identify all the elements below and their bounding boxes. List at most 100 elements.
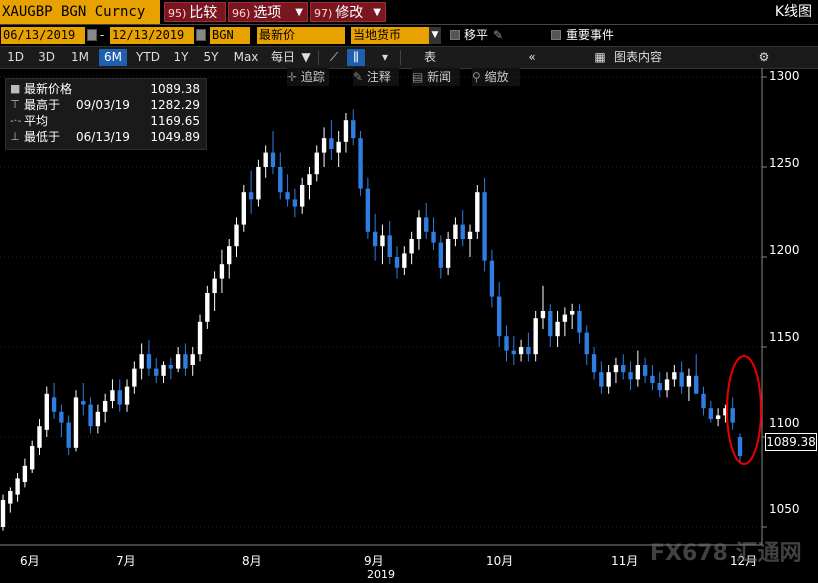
divider <box>318 50 319 65</box>
candle-body <box>460 224 465 239</box>
candle-body <box>285 192 290 200</box>
candle-body <box>424 217 429 232</box>
legend-last-label: 最新价格 <box>24 82 73 96</box>
currency-field[interactable]: 当地货币 <box>351 27 429 44</box>
candle-body <box>241 192 246 225</box>
candle-body <box>372 231 378 247</box>
period-3d[interactable]: 3D <box>34 49 59 66</box>
table-button[interactable]: 表 <box>415 49 445 66</box>
period-6m[interactable]: 6M <box>99 49 127 66</box>
line-chart-icon[interactable]: ⟋ <box>324 49 344 66</box>
period-5y[interactable]: 5Y <box>199 49 223 66</box>
candle-body <box>51 397 57 412</box>
source-field[interactable]: BGN <box>210 27 250 44</box>
interval-chevron-down-icon[interactable]: ▼ <box>300 49 312 66</box>
chart-content-button[interactable]: 图表内容 <box>610 49 666 66</box>
date-separator: - <box>100 28 105 42</box>
candle-body <box>139 354 144 369</box>
square-icon: ■ <box>10 82 21 95</box>
y-tick-label: 1250 <box>769 156 800 170</box>
candle-body <box>212 278 217 293</box>
candle-body <box>146 354 152 369</box>
zoom-tool[interactable]: ⚲ 缩放 <box>472 68 520 86</box>
divider <box>400 50 401 65</box>
candlestick-icon[interactable]: ⫼ <box>347 49 365 66</box>
candle-body <box>621 365 626 373</box>
x-tick-label: 10月 <box>486 554 514 568</box>
collapse-left-icon[interactable]: « <box>520 49 544 66</box>
candle-body <box>409 239 414 254</box>
year-label: 2019 <box>367 568 395 581</box>
end-date-field[interactable]: 12/13/2019 <box>110 27 194 44</box>
annotate-tool[interactable]: ✎ 注释 <box>353 68 399 86</box>
candle-body <box>234 224 239 247</box>
watermark: FX678 汇通网 <box>650 541 802 566</box>
candle-body <box>511 350 516 355</box>
news-tool[interactable]: ▤ 新闻 <box>412 68 460 86</box>
legend-avg-value: 1169.65 <box>150 114 200 128</box>
y-tick-label: 1150 <box>769 330 800 344</box>
modify-button[interactable]: 97) 修改 ▼ <box>310 2 386 22</box>
currency-chevron-down-icon[interactable]: ▼ <box>429 27 441 44</box>
period-1y[interactable]: 1Y <box>169 49 193 66</box>
high-icon: ⊤ <box>10 98 20 111</box>
pencil-icon[interactable]: ✎ <box>493 27 503 44</box>
legend-avg: -·- 平均 1169.65 <box>6 113 206 129</box>
candle-body <box>29 446 35 470</box>
candle-body <box>686 375 692 387</box>
period-1m[interactable]: 1M <box>66 49 94 66</box>
period-1d[interactable]: 1D <box>3 49 28 66</box>
candle-body <box>402 253 407 268</box>
candle-body <box>518 347 524 355</box>
top-menu-bar: XAUGBP BGN Curncy 95) 比较 96) 选项 ▼ 97) 修改 ▼ … <box>0 0 818 25</box>
start-date-field[interactable]: 06/13/2019 <box>1 27 85 44</box>
legend-low-value: 1049.89 <box>150 130 200 144</box>
period-ytd[interactable]: YTD <box>132 49 164 66</box>
candle-body <box>190 354 195 365</box>
gear-icon[interactable]: ⚙ <box>756 49 772 66</box>
candle-body <box>445 239 451 268</box>
candle-body <box>44 393 49 430</box>
candle-body <box>540 311 546 319</box>
legend-high-value: 1282.29 <box>150 98 200 112</box>
candle-body <box>37 426 42 448</box>
events-checkbox[interactable] <box>551 30 561 40</box>
end-calendar-icon[interactable] <box>196 29 206 41</box>
compare-label: 比较 <box>189 5 218 21</box>
candle-body <box>248 192 254 200</box>
candle-body <box>351 120 356 139</box>
compare-button[interactable]: 95) 比较 <box>164 2 226 22</box>
candle-body <box>278 167 283 193</box>
period-max[interactable]: Max <box>230 49 262 66</box>
ticker-field[interactable]: XAUGBP BGN Curncy <box>0 0 160 24</box>
candle-body <box>431 231 436 243</box>
start-calendar-icon[interactable] <box>87 29 97 41</box>
candle-body <box>708 408 714 419</box>
candle-body <box>329 138 334 149</box>
interval-select[interactable]: 每日 <box>268 49 298 66</box>
y-tick-label: 1300 <box>769 69 800 83</box>
options-chevron-down-icon: ▼ <box>295 7 303 18</box>
move-checkbox[interactable] <box>450 30 460 40</box>
candle-body <box>8 491 13 504</box>
chart-type-chevron-down-icon[interactable]: ▾ <box>378 49 392 66</box>
candle-body <box>154 368 159 376</box>
candle-body <box>650 375 655 383</box>
candle-body <box>628 372 633 380</box>
current-price-label: 1089.38 <box>765 433 817 451</box>
options-button[interactable]: 96) 选项 ▼ <box>228 2 308 22</box>
candle-body <box>591 354 597 373</box>
x-tick-label: 8月 <box>242 554 262 568</box>
price-field[interactable]: 最新价 <box>257 27 345 44</box>
legend-low-date: 06/13/19 <box>76 130 130 144</box>
candle-body <box>161 365 166 376</box>
settings-row: 06/13/2019 - 12/13/2019 BGN 最新价 当地货币 ▼ 移… <box>0 25 818 45</box>
candle-body <box>132 368 137 387</box>
candle-body <box>88 404 93 427</box>
y-tick-label: 1050 <box>769 502 800 516</box>
candle-body <box>175 354 181 369</box>
events-label: 重要事件 <box>566 28 615 42</box>
candle-body <box>730 408 735 423</box>
track-tool[interactable]: ✛ 追踪 <box>287 68 329 86</box>
annotate-label: 注释 <box>366 70 391 84</box>
